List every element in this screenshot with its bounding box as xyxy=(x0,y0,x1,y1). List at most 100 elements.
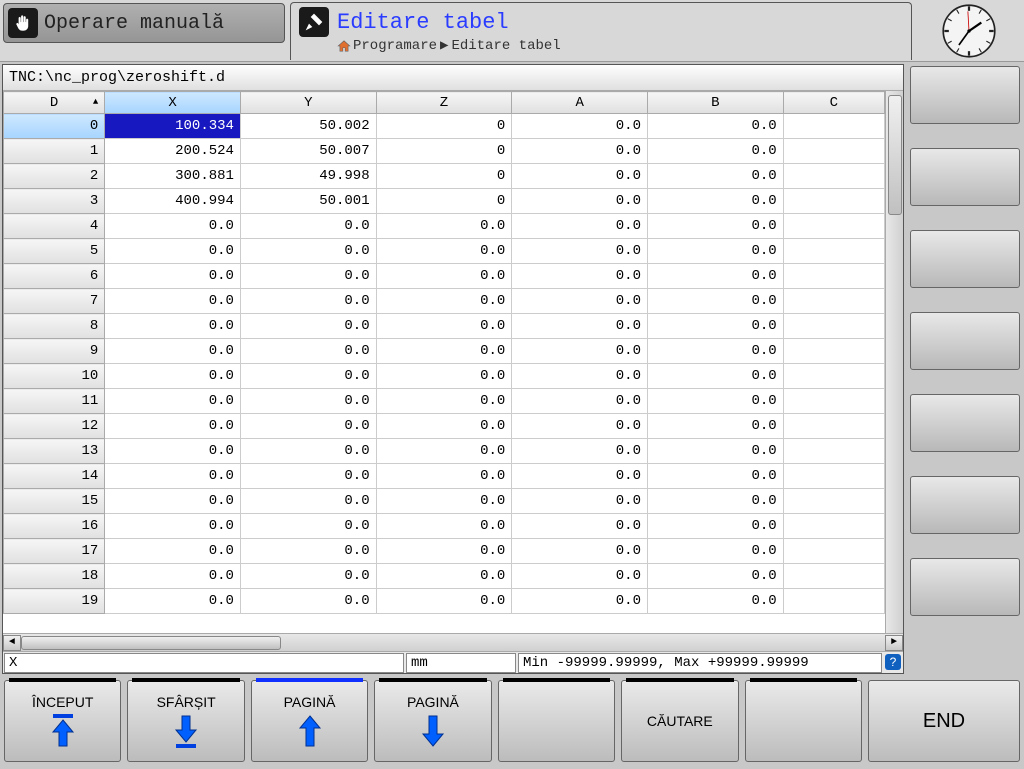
cell[interactable] xyxy=(783,564,884,589)
cell[interactable]: 0.0 xyxy=(105,339,241,364)
cell[interactable]: 7 xyxy=(4,289,105,314)
cell[interactable]: 0.0 xyxy=(512,264,648,289)
cell[interactable]: 0.0 xyxy=(376,364,512,389)
cell[interactable]: 0.0 xyxy=(512,589,648,614)
cell[interactable]: 16 xyxy=(4,514,105,539)
cell[interactable] xyxy=(783,189,884,214)
cell[interactable]: 0.0 xyxy=(512,514,648,539)
cell[interactable]: 0.0 xyxy=(512,464,648,489)
table-row[interactable]: 160.00.00.00.00.0 xyxy=(4,514,885,539)
cell[interactable]: 0 xyxy=(4,114,105,139)
horizontal-scrollbar[interactable]: ◄ ► xyxy=(3,633,903,651)
cell[interactable]: 0.0 xyxy=(105,414,241,439)
table-row[interactable]: 40.00.00.00.00.0 xyxy=(4,214,885,239)
cell[interactable]: 0.0 xyxy=(648,189,784,214)
table-row[interactable]: 0100.33450.00200.00.0 xyxy=(4,114,885,139)
cell[interactable]: 0.0 xyxy=(512,389,648,414)
cell[interactable]: 11 xyxy=(4,389,105,414)
side-softkey-5[interactable] xyxy=(910,394,1020,452)
table-row[interactable]: 70.00.00.00.00.0 xyxy=(4,289,885,314)
table-row[interactable]: 1200.52450.00700.00.0 xyxy=(4,139,885,164)
cell[interactable]: 0.0 xyxy=(376,289,512,314)
table-row[interactable]: 50.00.00.00.00.0 xyxy=(4,239,885,264)
side-softkey-1[interactable] xyxy=(910,66,1020,124)
cell[interactable]: 50.007 xyxy=(240,139,376,164)
table-row[interactable]: 90.00.00.00.00.0 xyxy=(4,339,885,364)
mode-manual-tab[interactable]: Operare manuală xyxy=(3,3,285,43)
side-softkey-6[interactable] xyxy=(910,476,1020,534)
vertical-scrollbar[interactable] xyxy=(885,91,903,633)
cell[interactable]: 0.0 xyxy=(512,339,648,364)
table-row[interactable]: 180.00.00.00.00.0 xyxy=(4,564,885,589)
cell[interactable]: 0.0 xyxy=(376,439,512,464)
cell[interactable] xyxy=(783,239,884,264)
cell[interactable]: 0.0 xyxy=(512,564,648,589)
cell[interactable] xyxy=(783,314,884,339)
cell[interactable]: 0.0 xyxy=(512,364,648,389)
side-softkey-3[interactable] xyxy=(910,230,1020,288)
cell[interactable]: 0.0 xyxy=(512,114,648,139)
cell[interactable] xyxy=(783,264,884,289)
cell[interactable]: 0.0 xyxy=(240,589,376,614)
cell[interactable]: 0 xyxy=(376,114,512,139)
table-row[interactable]: 60.00.00.00.00.0 xyxy=(4,264,885,289)
cell[interactable]: 0.0 xyxy=(512,314,648,339)
cell[interactable]: 5 xyxy=(4,239,105,264)
cell[interactable]: 0.0 xyxy=(105,489,241,514)
col-header-x[interactable]: X xyxy=(105,92,241,114)
cell[interactable]: 0.0 xyxy=(105,539,241,564)
col-header-z[interactable]: Z xyxy=(376,92,512,114)
cell[interactable]: 0.0 xyxy=(648,539,784,564)
cell[interactable]: 4 xyxy=(4,214,105,239)
cell[interactable]: 0.0 xyxy=(240,539,376,564)
softkey-end-button[interactable]: END xyxy=(868,680,1020,762)
col-header-y[interactable]: Y xyxy=(240,92,376,114)
cell[interactable]: 0.0 xyxy=(240,214,376,239)
cell[interactable] xyxy=(783,364,884,389)
cell[interactable]: 0.0 xyxy=(240,314,376,339)
side-softkey-7[interactable] xyxy=(910,558,1020,616)
col-header-b[interactable]: B xyxy=(648,92,784,114)
cell[interactable]: 0.0 xyxy=(648,514,784,539)
cell[interactable]: 0.0 xyxy=(240,239,376,264)
data-table[interactable]: D▲XYZABC 0100.33450.00200.00.01200.52450… xyxy=(3,91,885,614)
hscroll-right-button[interactable]: ► xyxy=(885,635,903,651)
cell[interactable] xyxy=(783,214,884,239)
cell[interactable]: 0.0 xyxy=(648,464,784,489)
table-row[interactable]: 120.00.00.00.00.0 xyxy=(4,414,885,439)
cell[interactable]: 0.0 xyxy=(512,214,648,239)
cell[interactable]: 0.0 xyxy=(648,364,784,389)
cell[interactable] xyxy=(783,539,884,564)
cell[interactable]: 0.0 xyxy=(105,564,241,589)
cell[interactable]: 0.0 xyxy=(376,514,512,539)
cell[interactable]: 0.0 xyxy=(376,464,512,489)
mode-edit-tab[interactable]: Editare tabel Programare ▶ Editare tabel xyxy=(290,2,912,60)
cell[interactable]: 13 xyxy=(4,439,105,464)
cell[interactable]: 0.0 xyxy=(240,439,376,464)
cell[interactable]: 200.524 xyxy=(105,139,241,164)
softkey-pageup[interactable]: PAGINĂ xyxy=(251,680,368,762)
cell[interactable]: 0.0 xyxy=(105,439,241,464)
cell[interactable]: 400.994 xyxy=(105,189,241,214)
cell[interactable]: 0.0 xyxy=(240,289,376,314)
table-row[interactable]: 130.00.00.00.00.0 xyxy=(4,439,885,464)
cell[interactable]: 0.0 xyxy=(648,489,784,514)
cell[interactable]: 0.0 xyxy=(648,439,784,464)
cell[interactable]: 0.0 xyxy=(648,589,784,614)
cell[interactable]: 9 xyxy=(4,339,105,364)
cell[interactable]: 0 xyxy=(376,164,512,189)
table-row[interactable]: 190.00.00.00.00.0 xyxy=(4,589,885,614)
cell[interactable]: 0.0 xyxy=(105,389,241,414)
cell[interactable]: 3 xyxy=(4,189,105,214)
cell[interactable]: 0.0 xyxy=(240,564,376,589)
cell[interactable]: 0.0 xyxy=(648,414,784,439)
cell[interactable] xyxy=(783,139,884,164)
cell[interactable]: 0.0 xyxy=(105,514,241,539)
cell[interactable]: 0.0 xyxy=(240,414,376,439)
cell[interactable]: 17 xyxy=(4,539,105,564)
cell[interactable]: 0.0 xyxy=(240,389,376,414)
cell[interactable]: 0.0 xyxy=(648,139,784,164)
cell[interactable]: 0.0 xyxy=(648,389,784,414)
softkey-5[interactable] xyxy=(498,680,615,762)
cell[interactable]: 6 xyxy=(4,264,105,289)
